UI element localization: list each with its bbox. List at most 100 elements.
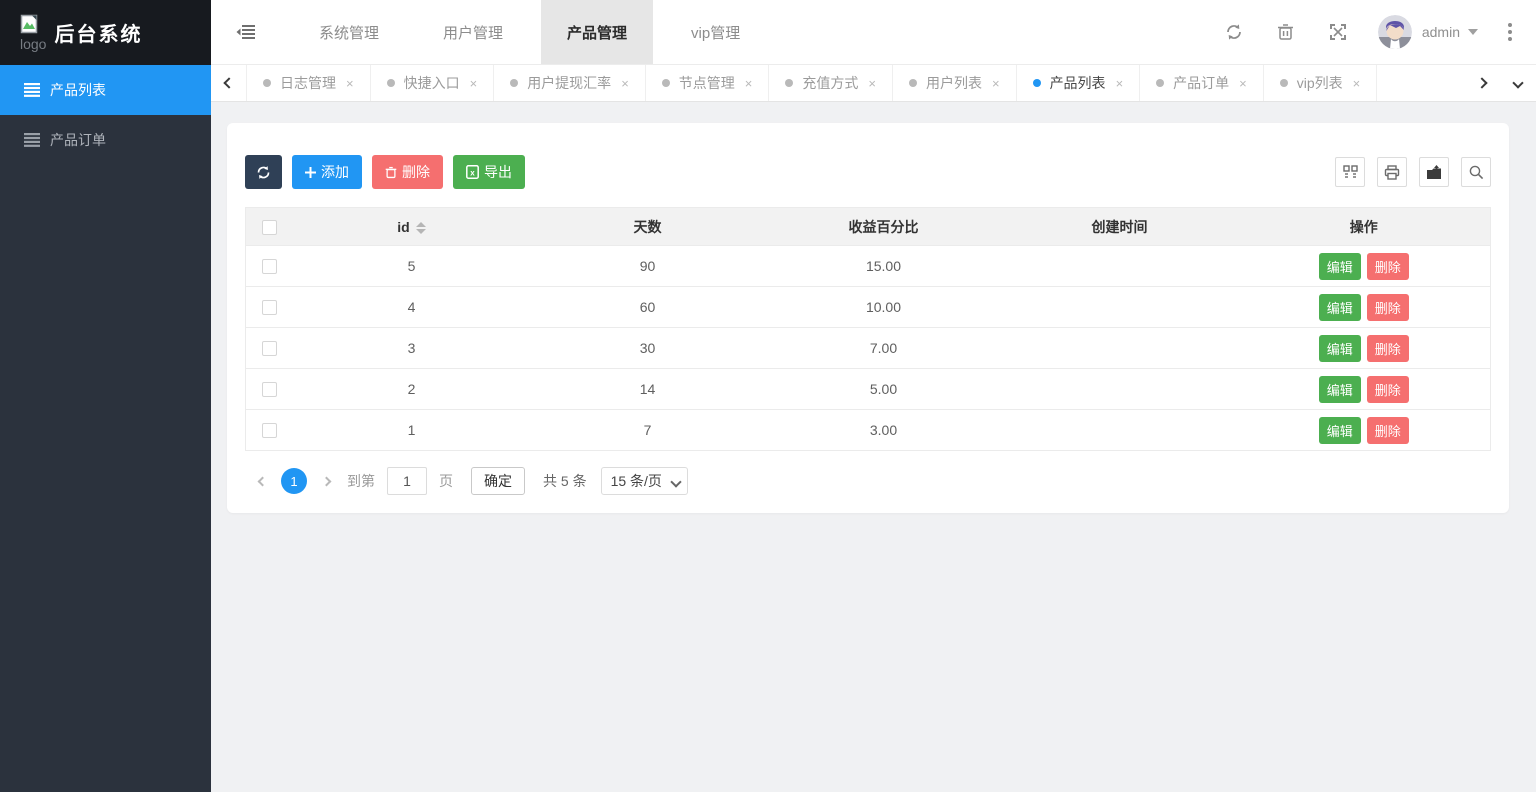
refresh-button[interactable] — [1208, 0, 1260, 64]
edit-row-button[interactable]: 编辑 — [1319, 335, 1361, 362]
chevron-right-icon — [1476, 77, 1487, 88]
tab-label: 节点管理 — [679, 73, 735, 93]
close-icon[interactable]: × — [1239, 76, 1247, 91]
filter-columns-button[interactable] — [1335, 157, 1365, 187]
collapse-sidebar-icon — [236, 24, 256, 40]
fullscreen-button[interactable] — [1312, 0, 1364, 64]
delete-row-button[interactable]: 删除 — [1367, 417, 1409, 444]
cell-days: 30 — [530, 328, 766, 369]
trash-icon — [1277, 23, 1294, 41]
close-icon[interactable]: × — [1116, 76, 1124, 91]
top-header: 系统管理 用户管理 产品管理 vip管理 — [211, 0, 1536, 65]
tabs-scroll-right-button[interactable] — [1464, 65, 1500, 101]
tab-vip-list[interactable]: vip列表 × — [1263, 65, 1378, 101]
more-menu-button[interactable] — [1502, 17, 1518, 47]
edit-row-button[interactable]: 编辑 — [1319, 253, 1361, 280]
tabs-menu-button[interactable] — [1500, 65, 1536, 101]
clear-cache-button[interactable] — [1260, 0, 1312, 64]
row-checkbox[interactable] — [262, 382, 277, 397]
col-header-label: 操作 — [1350, 219, 1378, 235]
sort-icon[interactable] — [416, 222, 426, 234]
tab-log-management[interactable]: 日志管理 × — [246, 65, 371, 101]
select-all-checkbox[interactable] — [262, 220, 277, 235]
close-icon[interactable]: × — [470, 76, 478, 91]
tab-recharge-method[interactable]: 充值方式 × — [768, 65, 893, 101]
row-checkbox[interactable] — [262, 300, 277, 315]
username-label[interactable]: admin — [1422, 24, 1460, 40]
col-header-label: 创建时间 — [1092, 219, 1148, 235]
nav-system-management[interactable]: 系统管理 — [293, 0, 405, 64]
chevron-left-icon — [257, 476, 267, 486]
row-checkbox[interactable] — [262, 423, 277, 438]
tab-product-list[interactable]: 产品列表 × — [1016, 65, 1141, 101]
avatar[interactable] — [1378, 15, 1412, 49]
close-icon[interactable]: × — [868, 76, 876, 91]
tab-label: 产品列表 — [1050, 73, 1106, 93]
tab-label: 用户列表 — [926, 73, 982, 93]
page-size-select[interactable]: 15 条/页 — [601, 467, 688, 495]
nav-product-management[interactable]: 产品管理 — [541, 0, 653, 64]
page-1-button[interactable]: 1 — [281, 468, 307, 494]
close-icon[interactable]: × — [992, 76, 1000, 91]
tab-withdraw-rate[interactable]: 用户提现汇率 × — [493, 65, 646, 101]
delete-button[interactable]: 删除 — [372, 155, 443, 189]
col-header-id[interactable]: id — [294, 208, 530, 246]
goto-confirm-button[interactable]: 确定 — [471, 467, 525, 495]
sidebar-item-product-list[interactable]: 产品列表 — [0, 65, 211, 115]
cell-actions: 编辑删除 — [1238, 246, 1491, 287]
add-button-label: 添加 — [321, 162, 349, 182]
delete-row-button[interactable]: 删除 — [1367, 335, 1409, 362]
tab-product-orders[interactable]: 产品订单 × — [1139, 65, 1264, 101]
print-button[interactable] — [1377, 157, 1407, 187]
close-icon[interactable]: × — [745, 76, 753, 91]
nav-user-management[interactable]: 用户管理 — [417, 0, 529, 64]
tab-user-list[interactable]: 用户列表 × — [892, 65, 1017, 101]
tabs-scroll-left-button[interactable] — [211, 65, 247, 101]
cell-days: 7 — [530, 410, 766, 451]
search-toggle-button[interactable] — [1461, 157, 1491, 187]
close-icon[interactable]: × — [1353, 76, 1361, 91]
tab-label: 日志管理 — [280, 73, 336, 93]
row-checkbox[interactable] — [262, 341, 277, 356]
tab-dot-icon — [1033, 79, 1041, 87]
delete-row-button[interactable]: 删除 — [1367, 294, 1409, 321]
tab-dot-icon — [909, 79, 917, 87]
edit-row-button[interactable]: 编辑 — [1319, 417, 1361, 444]
row-checkbox[interactable] — [262, 259, 277, 274]
export-data-button[interactable] — [1419, 157, 1449, 187]
nav-vip-management[interactable]: vip管理 — [665, 0, 766, 64]
tab-dot-icon — [263, 79, 271, 87]
next-page-button[interactable] — [313, 468, 339, 494]
edit-row-button[interactable]: 编辑 — [1319, 294, 1361, 321]
prev-page-button[interactable] — [249, 468, 275, 494]
list-icon — [24, 133, 40, 147]
cell-days: 90 — [530, 246, 766, 287]
tab-node-management[interactable]: 节点管理 × — [645, 65, 770, 101]
list-icon — [24, 83, 40, 97]
reload-table-button[interactable] — [245, 155, 282, 189]
export-button[interactable]: x 导出 — [453, 155, 525, 189]
sidebar-item-product-orders[interactable]: 产品订单 — [0, 115, 211, 165]
table-toolbar: 添加 删除 x 导出 — [245, 155, 1491, 189]
refresh-icon — [1225, 23, 1243, 41]
tab-quick-entry[interactable]: 快捷入口 × — [370, 65, 495, 101]
tab-dot-icon — [1280, 79, 1288, 87]
delete-row-button[interactable]: 删除 — [1367, 253, 1409, 280]
search-icon — [1469, 165, 1484, 180]
table-row: 3 30 7.00 编辑删除 — [246, 328, 1491, 369]
cell-id: 2 — [294, 369, 530, 410]
header-right: admin — [1208, 0, 1536, 64]
product-list-card: 添加 删除 x 导出 — [227, 123, 1509, 513]
nav-item-label: vip管理 — [691, 22, 740, 43]
user-dropdown-caret-icon[interactable] — [1468, 29, 1478, 35]
delete-row-button[interactable]: 删除 — [1367, 376, 1409, 403]
add-button[interactable]: 添加 — [292, 155, 362, 189]
tab-label: vip列表 — [1297, 73, 1343, 93]
collapse-sidebar-button[interactable] — [211, 0, 281, 64]
tab-dot-icon — [662, 79, 670, 87]
close-icon[interactable]: × — [621, 76, 629, 91]
broken-image-icon — [20, 14, 40, 34]
goto-page-input[interactable] — [387, 467, 427, 495]
close-icon[interactable]: × — [346, 76, 354, 91]
edit-row-button[interactable]: 编辑 — [1319, 376, 1361, 403]
